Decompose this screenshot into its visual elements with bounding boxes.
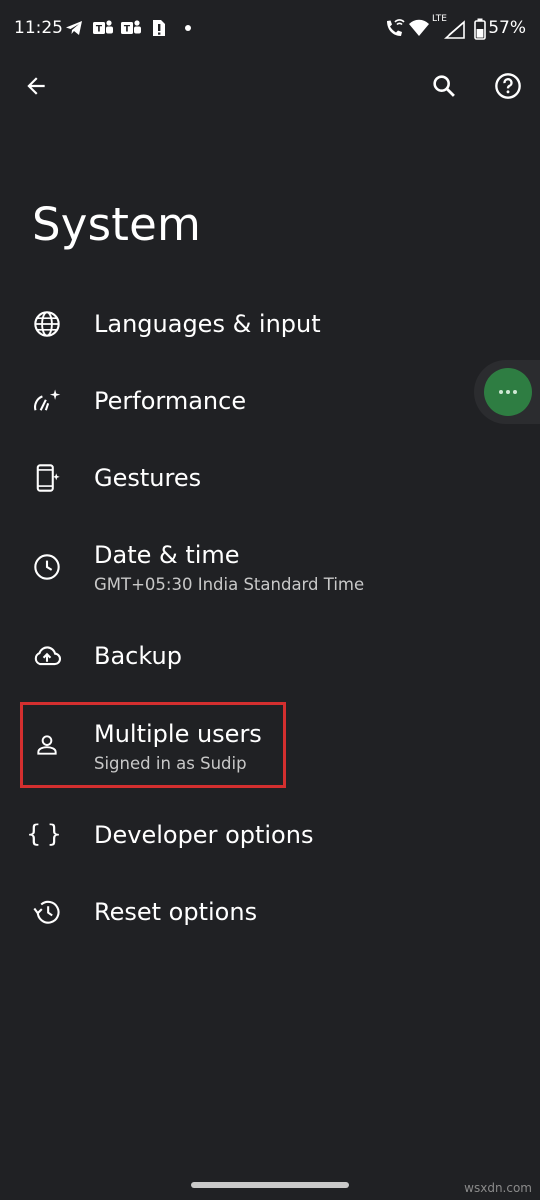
arrow-back-icon [27, 77, 45, 95]
help-button[interactable] [486, 64, 530, 108]
telegram-icon [66, 21, 82, 35]
setting-title: Date & time [94, 541, 240, 569]
setting-title: Performance [94, 387, 247, 415]
lte-signal-icon: LTE [432, 14, 468, 40]
svg-text:T: T [124, 25, 131, 35]
setting-performance[interactable]: Performance [0, 373, 470, 431]
wifi-icon [409, 19, 429, 36]
setting-gestures[interactable]: Gestures [0, 450, 470, 508]
wifi-calling-icon [387, 19, 405, 36]
battery-percent: 57% [488, 18, 526, 38]
setting-subtitle: GMT+05:30 India Standard Time [94, 575, 365, 594]
battery-icon [474, 18, 486, 40]
phone-sparkle-icon [32, 463, 62, 493]
setting-title: Gestures [94, 464, 202, 492]
search-button[interactable] [422, 64, 466, 108]
teams-icon: T [93, 20, 113, 35]
braces-icon: {} [26, 820, 68, 848]
setting-backup[interactable]: Backup [0, 628, 470, 686]
clock-icon [32, 552, 62, 582]
watermark: wsxdn.com [464, 1181, 532, 1195]
floating-chat-bubble[interactable] [474, 360, 540, 424]
setting-title: Developer options [94, 821, 314, 849]
globe-icon [32, 309, 62, 339]
app-bar [0, 58, 540, 118]
more-icon [484, 368, 532, 416]
setting-developer-options[interactable]: {} Developer options [0, 807, 470, 865]
setting-title: Backup [94, 642, 182, 670]
status-time: 11:25 [14, 18, 63, 38]
setting-title: Reset options [94, 898, 258, 926]
teams-icon: T [121, 20, 141, 35]
setting-languages-input[interactable]: Languages & input [0, 296, 470, 354]
help-icon [495, 73, 521, 99]
notification-dot-icon [185, 25, 191, 31]
cloud-upload-icon [32, 641, 62, 671]
setting-reset-options[interactable]: Reset options [0, 884, 470, 942]
search-icon [433, 75, 455, 97]
setting-date-time[interactable]: Date & time GMT+05:30 India Standard Tim… [0, 527, 470, 607]
gesture-nav-handle[interactable] [191, 1182, 349, 1188]
back-button[interactable] [14, 64, 58, 108]
status-bar: 11:25 T T LTE 57% [0, 0, 540, 58]
sim-alert-icon [153, 20, 165, 36]
gauge-sparkle-icon [32, 386, 62, 416]
history-icon [32, 897, 62, 927]
setting-title: Languages & input [94, 310, 321, 338]
svg-text:T: T [96, 25, 103, 35]
page-title: System [32, 198, 202, 251]
highlight-box [20, 702, 286, 788]
